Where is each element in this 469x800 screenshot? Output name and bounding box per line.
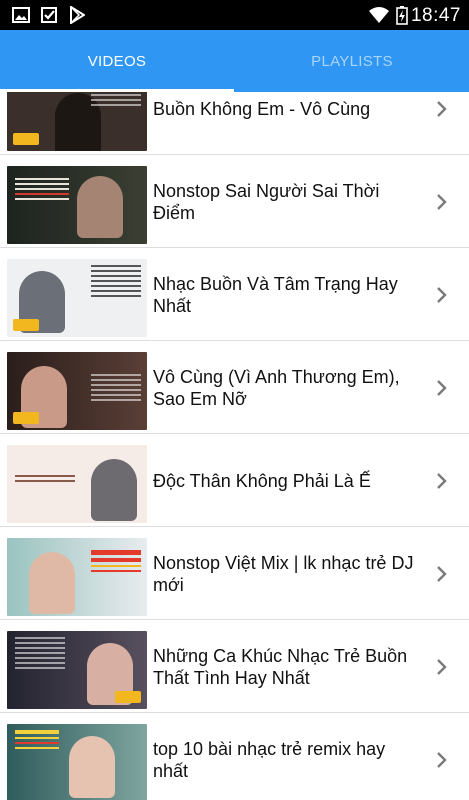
chevron-right-icon: [435, 193, 449, 211]
battery-charging-icon: [395, 6, 409, 25]
video-title: Buồn Không Em - Vô Cùng: [153, 98, 371, 119]
video-thumbnail: [7, 445, 147, 523]
tab-bar: VIDEOS PLAYLISTS: [0, 30, 469, 92]
status-bar: 18:47: [0, 0, 469, 30]
chevron-right-icon: [435, 565, 449, 583]
video-title: Vô Cùng (Vì Anh Thương Em), Sao Em Nỡ: [153, 366, 400, 409]
video-title: Những Ca Khúc Nhạc Trẻ Buồn Thất Tình Ha…: [153, 645, 408, 688]
list-item[interactable]: Nonstop Việt Mix | lk nhạc trẻ DJ mới: [0, 527, 469, 620]
list-item[interactable]: Vô Cùng (Vì Anh Thương Em), Sao Em Nỡ: [0, 341, 469, 434]
tab-videos[interactable]: VIDEOS: [0, 30, 234, 92]
video-title: top 10 bài nhạc trẻ remix hay nhất: [153, 738, 386, 781]
video-title: Nhạc Buồn Và Tâm Trạng Hay Nhất: [153, 273, 398, 316]
list-item[interactable]: top 10 bài nhạc trẻ remix hay nhất: [0, 713, 469, 800]
list-item[interactable]: Độc Thân Không Phải Là Ế: [0, 434, 469, 527]
chevron-right-icon: [435, 658, 449, 676]
video-thumbnail: [7, 259, 147, 337]
chevron-right-icon: [435, 286, 449, 304]
list-item[interactable]: Những Ca Khúc Nhạc Trẻ Buồn Thất Tình Ha…: [0, 620, 469, 713]
video-title: Độc Thân Không Phải Là Ế: [153, 470, 371, 491]
video-thumbnail: [7, 724, 147, 800]
video-title: Nonstop Sai Người Sai Thời Điểm: [153, 180, 380, 223]
image-icon: [12, 6, 30, 24]
play-store-icon: [68, 6, 86, 24]
chevron-right-icon: [435, 751, 449, 769]
chevron-right-icon: [435, 472, 449, 490]
download-icon: [40, 6, 58, 24]
video-thumbnail: [7, 92, 147, 151]
wifi-icon: [368, 6, 390, 24]
clock: 18:47: [410, 5, 461, 26]
video-thumbnail: [7, 166, 147, 244]
chevron-right-icon: [435, 100, 449, 118]
video-thumbnail: [7, 352, 147, 430]
chevron-right-icon: [435, 379, 449, 397]
tab-playlists[interactable]: PLAYLISTS: [235, 30, 469, 92]
video-thumbnail: [7, 538, 147, 616]
list-item[interactable]: Buồn Không Em - Vô Cùng: [0, 92, 469, 155]
video-thumbnail: [7, 631, 147, 709]
list-item[interactable]: Nonstop Sai Người Sai Thời Điểm: [0, 155, 469, 248]
list-item[interactable]: Nhạc Buồn Và Tâm Trạng Hay Nhất: [0, 248, 469, 341]
video-title: Nonstop Việt Mix | lk nhạc trẻ DJ mới: [153, 552, 414, 595]
video-list[interactable]: Buồn Không Em - Vô Cùng Nonstop Sai Ngườ…: [0, 92, 469, 800]
